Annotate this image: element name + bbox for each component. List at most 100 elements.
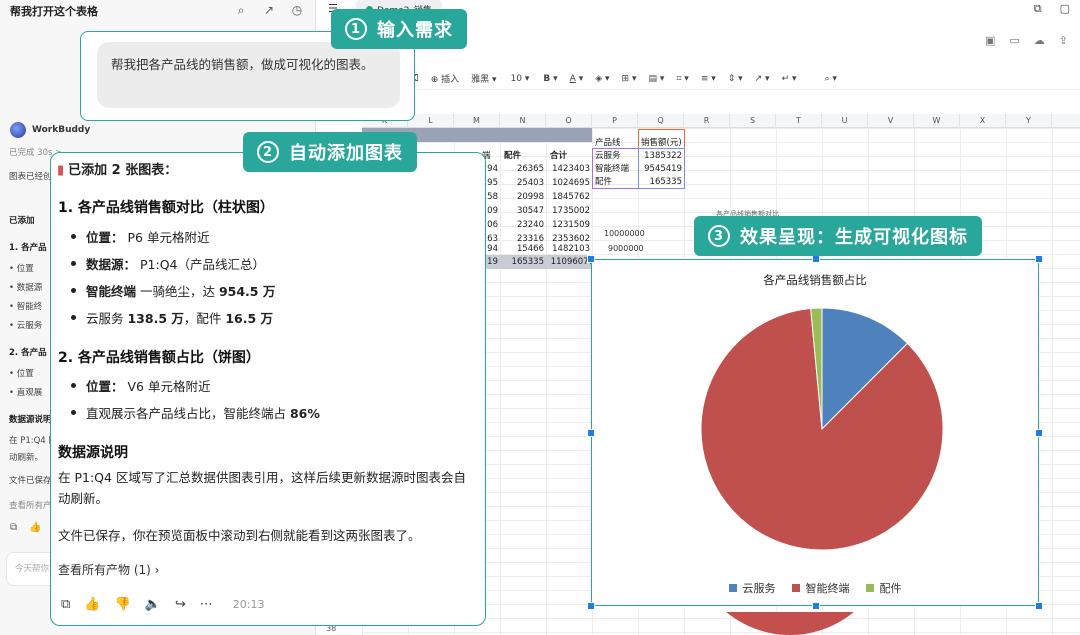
bold-label: B xyxy=(543,73,551,84)
share-icon[interactable]: ↗ xyxy=(262,3,276,18)
copy-icon[interactable]: ⧉ xyxy=(10,522,17,533)
cell[interactable]: 合计 xyxy=(550,150,567,163)
bullet-value: 一骑绝尘，达 xyxy=(136,284,219,299)
callout-text: 自动添加图表 xyxy=(289,143,403,164)
align-icon[interactable]: ≡ ▾ xyxy=(701,74,716,84)
column-header[interactable]: M xyxy=(454,114,500,128)
resize-handle[interactable] xyxy=(1035,255,1043,263)
column-header[interactable]: T xyxy=(776,114,822,128)
view-all-artifacts-link[interactable]: 查看所有产物 (1) › xyxy=(58,561,159,578)
summary-header-sales[interactable]: 销售额(元) xyxy=(641,137,682,150)
chat-input-placeholder: 今天帮你 xyxy=(15,564,50,574)
font-size-select[interactable]: 10 ▾ xyxy=(511,74,530,84)
resize-handle[interactable] xyxy=(587,255,595,263)
save-icon[interactable]: ▣ xyxy=(985,34,995,47)
insert-button[interactable]: ⊕ 插入 xyxy=(431,72,459,85)
summary-value[interactable]: 9545419 xyxy=(638,163,682,176)
bg-text: • 智能终 xyxy=(9,302,43,312)
cell[interactable]: 1482103 xyxy=(546,243,590,256)
bg-text: • 直观展 xyxy=(9,388,43,398)
bg-text: • 位置 xyxy=(9,264,34,274)
callout-text: 效果呈现：生成可视化图标 xyxy=(740,227,968,248)
column-header[interactable]: L xyxy=(408,114,454,128)
font-color-icon[interactable]: A ▾ xyxy=(570,74,584,84)
crop-icon[interactable]: ⌗ ▾ xyxy=(676,74,688,84)
column-header[interactable]: Q xyxy=(638,114,684,128)
share-icon[interactable]: ↪ xyxy=(175,597,186,612)
valign-icon[interactable]: ⇕ ▾ xyxy=(728,74,743,84)
column-header[interactable]: P xyxy=(592,114,638,128)
resize-handle[interactable] xyxy=(1035,602,1043,610)
cell[interactable]: 1735002 xyxy=(546,205,590,218)
column-header[interactable]: U xyxy=(822,114,868,128)
legend-label: 云服务 xyxy=(742,582,776,595)
cell[interactable]: 1845762 xyxy=(546,191,590,204)
column-header[interactable]: S xyxy=(730,114,776,128)
cell[interactable]: 1231509 xyxy=(546,219,590,232)
cell[interactable]: 25403 xyxy=(500,177,544,190)
underlying-chart-fragment xyxy=(690,612,890,635)
search-icon[interactable]: ⌕ ▾ xyxy=(825,74,837,84)
maximize-icon[interactable]: ▢ xyxy=(1060,2,1070,16)
cell[interactable]: 1423403 xyxy=(546,163,590,176)
legend-swatch xyxy=(865,584,874,592)
pie-chart[interactable]: 各产品线销售额占比 云服务 智能终端 配件 xyxy=(587,255,1043,610)
cell[interactable]: 15466 xyxy=(500,243,544,256)
cell[interactable]: 配件 xyxy=(504,150,521,163)
column-header[interactable]: X xyxy=(960,114,1006,128)
resize-handle[interactable] xyxy=(587,429,595,437)
bold-button[interactable]: B ▾ xyxy=(543,74,557,84)
bg-text: 数据源说明 xyxy=(9,415,52,425)
legend-item[interactable]: 云服务 xyxy=(728,580,776,596)
column-header[interactable]: W xyxy=(914,114,960,128)
resize-handle[interactable] xyxy=(587,602,595,610)
fill-color-icon[interactable]: ◈ ▾ xyxy=(595,74,609,84)
more-icon[interactable]: ⋯ xyxy=(200,597,213,612)
history-icon[interactable]: ◷ xyxy=(290,3,304,18)
borders-icon[interactable]: ⊞ ▾ xyxy=(622,74,637,84)
cloud-icon[interactable]: ☁ xyxy=(1034,34,1045,47)
cell[interactable]: 30547 xyxy=(500,205,544,218)
rotate-text-icon[interactable]: ↗ ▾ xyxy=(755,74,770,84)
resize-handle[interactable] xyxy=(812,255,820,263)
thumbs-up-icon[interactable]: 👍 xyxy=(84,597,100,612)
summary-value[interactable]: 165335 xyxy=(638,176,682,189)
summary-value[interactable]: 1385322 xyxy=(638,150,682,163)
pie-chart-svg xyxy=(700,307,944,551)
folder-icon[interactable]: ▭ xyxy=(1009,34,1019,47)
column-header[interactable]: N xyxy=(500,114,546,128)
file-actions: ▣ ▭ ☁ ⇪ xyxy=(985,34,1068,47)
speaker-icon[interactable]: 🔈 xyxy=(145,597,161,612)
open-external-icon[interactable]: ⧉ xyxy=(1034,2,1042,16)
bullet-label: 数据源： xyxy=(86,257,137,272)
font-select[interactable]: 雅黑 ▾ xyxy=(471,72,496,85)
legend-item[interactable]: 配件 xyxy=(865,580,902,596)
summary-product[interactable]: 配件 xyxy=(595,176,612,189)
resize-handle[interactable] xyxy=(1035,429,1043,437)
summary-header-product[interactable]: 产品线 xyxy=(595,137,621,150)
column-header[interactable]: Y xyxy=(1006,114,1052,128)
cell[interactable]: 165335 xyxy=(500,256,544,269)
resize-handle[interactable] xyxy=(812,602,820,610)
legend-swatch xyxy=(791,584,800,592)
callout-step-2: 2 自动添加图表 xyxy=(243,132,417,172)
column-header[interactable]: R xyxy=(684,114,730,128)
cell[interactable]: 23240 xyxy=(500,219,544,232)
thumbs-down-icon[interactable]: 👎 xyxy=(114,597,130,612)
copy-icon[interactable]: ⧉ xyxy=(61,597,70,612)
legend-item[interactable]: 智能终端 xyxy=(791,580,850,596)
thumbs-up-icon[interactable]: 👍 xyxy=(29,522,41,533)
search-icon[interactable]: ⌕ xyxy=(234,3,248,18)
list-item: 位置： P6 单元格附近 xyxy=(71,227,209,246)
column-header[interactable]: O xyxy=(546,114,592,128)
summary-product[interactable]: 云服务 xyxy=(595,150,621,163)
cell[interactable]: 1024695 xyxy=(546,177,590,190)
summary-product[interactable]: 智能终端 xyxy=(595,163,629,176)
bullet-value: V6 单元格附近 xyxy=(123,379,211,394)
share-icon[interactable]: ⇪ xyxy=(1059,34,1068,47)
wrap-icon[interactable]: ↵ ▾ xyxy=(782,74,797,84)
column-header[interactable]: V xyxy=(868,114,914,128)
cell[interactable]: 20998 xyxy=(500,191,544,204)
cell[interactable]: 26365 xyxy=(500,163,544,176)
merge-icon[interactable]: ▤ ▾ xyxy=(648,74,664,84)
